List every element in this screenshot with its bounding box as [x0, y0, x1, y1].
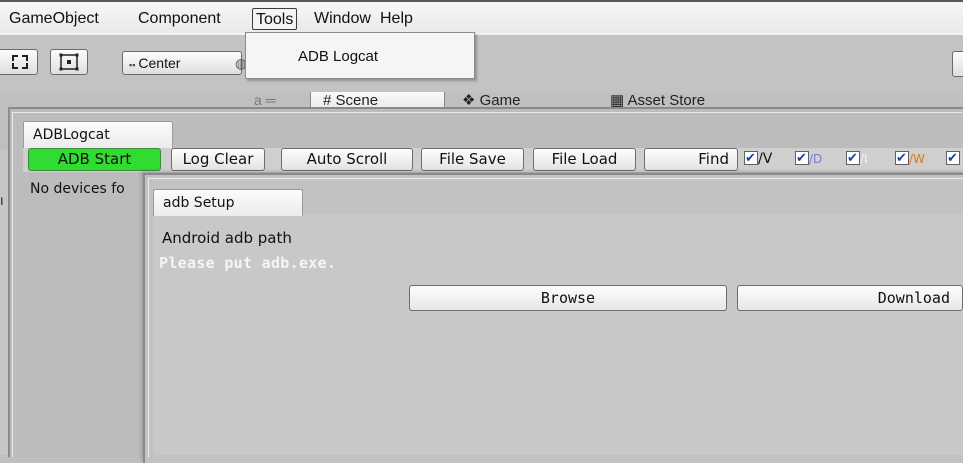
rect-expand-icon	[12, 55, 28, 69]
adb-path-label: Android adb path	[162, 229, 292, 247]
file-load-button[interactable]: File Load	[533, 148, 636, 171]
tab-adb-setup[interactable]: adb Setup	[153, 189, 303, 216]
menu-bar: GameObject Component Tools Window Help	[0, 0, 963, 33]
filter-verbose-toggle[interactable]: /V	[744, 149, 773, 169]
filter-error-toggle[interactable]	[946, 149, 960, 169]
checkbox-checked-icon	[895, 149, 909, 168]
tab-game-label: Game	[479, 92, 521, 108]
store-icon: ▦	[610, 92, 628, 108]
filter-info-label: /I	[860, 152, 868, 166]
menu-help[interactable]: Help	[377, 8, 416, 30]
tools-dropdown-menu: ADB Logcat	[245, 32, 475, 79]
tab-game[interactable]: ❖ Game	[462, 92, 520, 108]
rect-tool-button[interactable]	[0, 49, 38, 75]
scene-tab-strip: a ═ # Scene ❖ Game ▦ Asset Store	[240, 92, 960, 108]
tab-asset-store[interactable]: ▦ Asset Store	[610, 92, 705, 108]
filter-debug-toggle[interactable]: /D	[795, 149, 823, 169]
filter-debug-label: /D	[809, 152, 823, 166]
main-toolbar: ▪▪ Center ◍	[0, 35, 963, 93]
lock-icon[interactable]: a ═	[254, 92, 276, 108]
checkbox-checked-icon	[846, 149, 860, 168]
filter-warning-label: /W	[909, 152, 925, 166]
filter-warning-toggle[interactable]: /W	[895, 149, 925, 169]
pivot-icon: ▪▪	[129, 60, 136, 70]
rect-transform-icon	[59, 53, 79, 71]
adb-start-button[interactable]: ADB Start	[28, 148, 161, 171]
transform-tool-button[interactable]	[50, 49, 88, 75]
device-status-text: No devices fo	[30, 181, 125, 197]
checkbox-checked-icon	[744, 149, 758, 168]
filter-verbose-label: /V	[758, 151, 773, 167]
left-panel-glyph: ı	[0, 194, 4, 209]
adb-setup-body	[153, 214, 963, 455]
tab-adb-logcat[interactable]: ADBLogcat	[23, 121, 173, 148]
browse-button[interactable]: Browse	[409, 285, 727, 311]
tab-scene[interactable]: # Scene	[310, 92, 445, 108]
menu-tools[interactable]: Tools	[252, 8, 298, 30]
checkbox-checked-icon	[946, 149, 960, 168]
game-icon: ❖	[462, 92, 480, 108]
auto-scroll-button[interactable]: Auto Scroll	[281, 148, 413, 171]
adb-warning-text: Please put adb.exe.	[159, 254, 337, 272]
tab-asset-store-label: Asset Store	[627, 92, 706, 108]
menu-component[interactable]: Component	[135, 8, 224, 30]
filter-info-toggle[interactable]: /I	[846, 149, 868, 169]
download-button[interactable]: Download	[737, 285, 963, 311]
pivot-center-toggle[interactable]: ▪▪ Center ◍	[122, 51, 247, 75]
pivot-label: Center	[138, 55, 181, 71]
find-button[interactable]: Find	[644, 148, 738, 171]
log-clear-button[interactable]: Log Clear	[171, 148, 265, 171]
menu-item-adb-logcat[interactable]: ADB Logcat	[298, 48, 378, 65]
file-save-button[interactable]: File Save	[421, 148, 524, 171]
layers-dropdown-button[interactable]	[952, 51, 963, 77]
checkbox-checked-icon	[795, 149, 809, 168]
menu-gameobject[interactable]: GameObject	[6, 8, 102, 30]
logcat-toolbar: ADB Start Log Clear Auto Scroll File Sav…	[23, 148, 963, 172]
menu-window[interactable]: Window	[311, 8, 374, 30]
